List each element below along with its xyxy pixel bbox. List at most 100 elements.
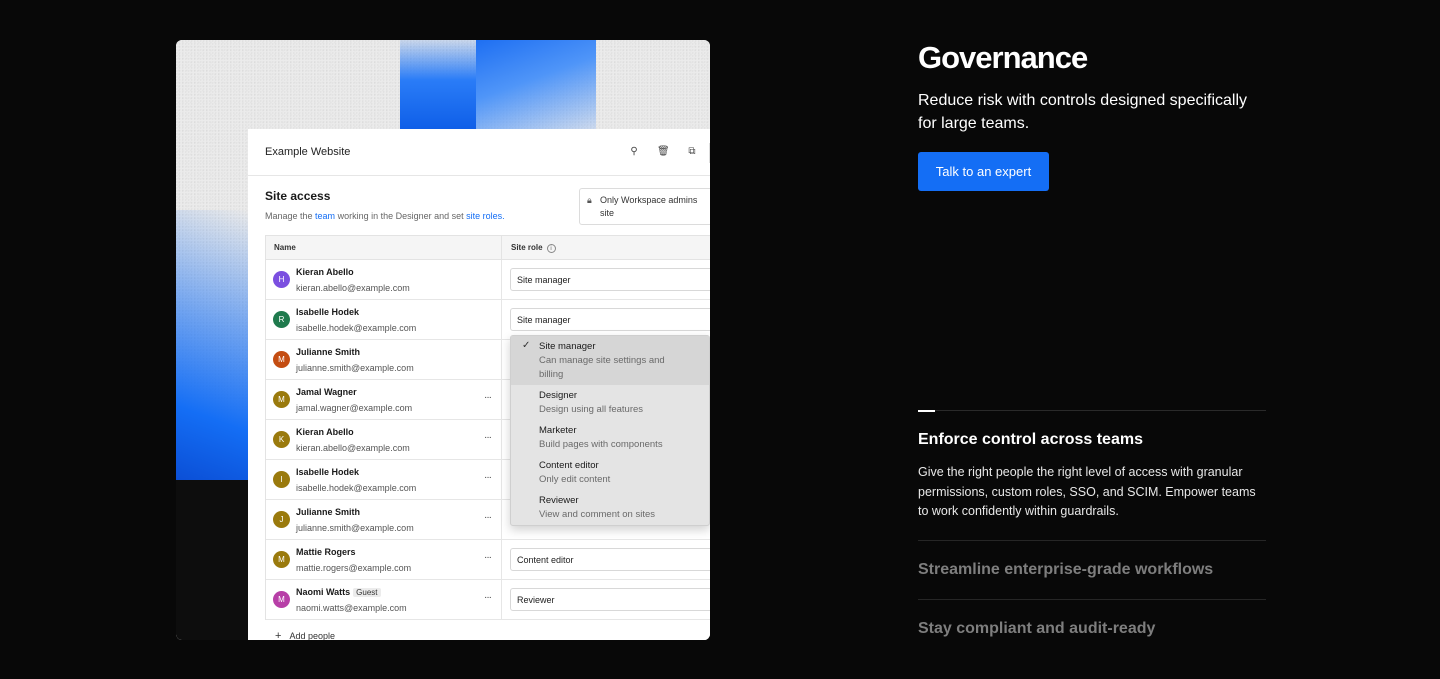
role-option-label: Reviewer: [539, 495, 579, 506]
role-option-label: Content editor: [539, 460, 599, 471]
column-name: Name: [266, 236, 502, 259]
lock-icon: 🔒︎: [587, 195, 592, 205]
member-email: jamal.wagner@example.com: [296, 403, 413, 413]
member-email: kieran.abello@example.com: [296, 443, 410, 453]
role-option-description: Can manage site settings and: [539, 355, 665, 366]
avatar: M: [273, 591, 290, 608]
add-people-label: Add people: [289, 631, 335, 640]
site-roles-link[interactable]: site roles.: [466, 211, 505, 221]
member-name: Kieran Abello: [296, 267, 354, 277]
role-option-label: Designer: [539, 390, 578, 401]
member-name-text: Naomi Watts: [296, 587, 351, 597]
member-email: julianne.smith@example.com: [296, 523, 414, 533]
role-option[interactable]: ✓ Site manager Can manage site settings an…: [511, 336, 709, 385]
section-subtitle: Reduce risk with controls designed speci…: [918, 92, 1248, 132]
member-name: Kieran Abello: [296, 427, 354, 437]
role-option[interactable]: Marketer Build pages with components: [511, 420, 709, 455]
role-option-description: billing: [539, 369, 564, 380]
site-title: Example Website: [265, 146, 351, 158]
avatar: M: [273, 551, 290, 568]
blue-gradient-top-b: [476, 40, 596, 129]
role-cell: Site manager: [502, 300, 710, 339]
table-row: M Mattie Rogers mattie.rogers@example.com ·…: [266, 540, 710, 580]
plus-icon: +: [275, 630, 282, 640]
table-row: M Naomi Watts Guest naomi.watts@example.com…: [266, 580, 710, 620]
member-name-text: Julianne Smith: [296, 507, 361, 517]
more-options-icon[interactable]: ···: [484, 592, 492, 603]
blue-gradient-left: [176, 210, 248, 480]
feature-tab-active-title[interactable]: Enforce control across teams: [918, 431, 1143, 449]
role-option-description: Design using all features: [539, 404, 644, 415]
feature-progress-fill: [918, 409, 936, 412]
member-email: isabelle.hodek@example.com: [296, 323, 417, 333]
section-title: Governance: [918, 40, 1088, 75]
member-name-text: Isabelle Hodek: [296, 467, 360, 477]
duplicate-icon[interactable]: ⧉: [686, 146, 698, 158]
site-role-select[interactable]: Site manager: [510, 308, 710, 331]
member-email: julianne.smith@example.com: [296, 363, 414, 373]
admin-notice-line2: site: [600, 208, 615, 218]
blue-gradient-top-a: [400, 40, 476, 129]
more-options-icon[interactable]: ···: [484, 392, 492, 403]
site-role-select[interactable]: Site manager: [510, 268, 710, 291]
member-name: Julianne Smith: [296, 347, 360, 357]
info-icon[interactable]: i: [546, 244, 556, 253]
feature-progress-track: [918, 409, 1266, 412]
role-option[interactable]: Designer Design using all features: [511, 385, 709, 420]
table-header: Name Site role i: [266, 236, 710, 260]
dark-corner: [176, 480, 248, 640]
trash-icon[interactable]: 🗑︎: [657, 146, 670, 158]
avatar: M: [273, 351, 290, 368]
member-cell: H Kieran Abello kieran.abello@example.com: [266, 260, 502, 299]
member-cell: R Isabelle Hodek isabelle.hodek@example.co…: [266, 300, 502, 339]
feature-divider: [918, 540, 1266, 541]
table-row: R Isabelle Hodek isabelle.hodek@example.co…: [266, 300, 710, 340]
member-name: Julianne Smith: [296, 507, 360, 517]
team-link[interactable]: team: [315, 211, 335, 221]
add-people-button[interactable]: + Add people: [275, 630, 335, 640]
description-text: working in the Designer and set: [335, 211, 467, 221]
member-cell: M Mattie Rogers mattie.rogers@example.com ·…: [266, 540, 502, 579]
admin-notice-line1: Only Workspace admins: [600, 195, 698, 205]
transfer-icon[interactable]: ⚲: [628, 146, 640, 158]
member-name: Naomi Watts Guest: [296, 587, 381, 597]
site-access-section: Site access Manage the team working in t…: [248, 176, 710, 235]
member-name-text: Julianne Smith: [296, 347, 361, 357]
member-email: kieran.abello@example.com: [296, 283, 410, 293]
member-name-text: Isabelle Hodek: [296, 307, 360, 317]
column-site-role-label: Site role: [511, 243, 543, 252]
member-name-text: Kieran Abello: [296, 267, 354, 277]
role-option-label: Marketer: [539, 425, 577, 436]
feature-tab-workflows[interactable]: Streamline enterprise-grade workflows: [918, 561, 1213, 579]
talk-to-expert-button[interactable]: Talk to an expert: [918, 152, 1049, 191]
header-divider: [709, 143, 710, 163]
avatar: I: [273, 471, 290, 488]
member-name-text: Kieran Abello: [296, 427, 354, 437]
member-email: mattie.rogers@example.com: [296, 563, 412, 573]
member-name: Mattie Rogers: [296, 547, 356, 557]
role-cell: Site manager: [502, 260, 710, 299]
more-options-icon[interactable]: ···: [484, 472, 492, 483]
site-role-select[interactable]: Content editor: [510, 548, 710, 571]
avatar: J: [273, 511, 290, 528]
more-options-icon[interactable]: ···: [484, 512, 492, 523]
role-option-description: Only edit content: [539, 474, 611, 485]
avatar: K: [273, 431, 290, 448]
table-row: H Kieran Abello kieran.abello@example.com S…: [266, 260, 710, 300]
member-name: Jamal Wagner: [296, 387, 357, 397]
more-options-icon[interactable]: ···: [484, 552, 492, 563]
role-option[interactable]: Content editor Only edit content: [511, 455, 709, 490]
avatar: R: [273, 311, 290, 328]
role-dropdown-menu: ✓ Site manager Can manage site settings an…: [510, 335, 710, 526]
role-cell: Reviewer: [502, 580, 710, 619]
role-option-description: View and comment on sites: [539, 509, 655, 520]
feature-tab-compliance[interactable]: Stay compliant and audit-ready: [918, 620, 1155, 638]
site-role-select[interactable]: Reviewer: [510, 588, 710, 611]
site-settings-window: Example Website ⚲ 🗑︎ ⧉ Site access Manag…: [248, 129, 710, 640]
admin-only-toggle[interactable]: 🔒︎ Only Workspace admins site: [579, 188, 710, 225]
role-option[interactable]: Reviewer View and comment on sites: [511, 490, 709, 525]
member-name: Isabelle Hodek: [296, 307, 359, 317]
more-options-icon[interactable]: ···: [484, 432, 492, 443]
guest-badge: Guest: [353, 588, 381, 597]
role-cell: Content editor: [502, 540, 710, 579]
